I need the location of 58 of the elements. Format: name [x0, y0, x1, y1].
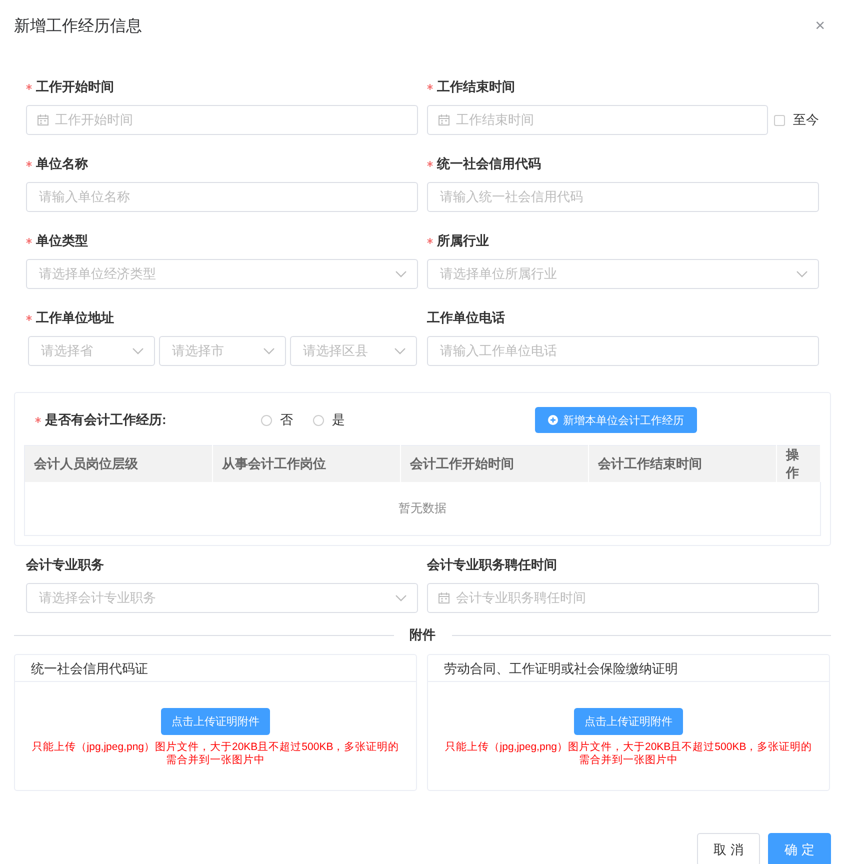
select-field[interactable]: 请选择市: [159, 336, 286, 366]
checkbox[interactable]: [774, 114, 785, 126]
date-field[interactable]: 会计专业职务聘任时间: [427, 583, 819, 613]
select-field[interactable]: 请选择省: [28, 336, 155, 366]
field-label: 所属行业: [437, 232, 489, 250]
today-checkbox[interactable]: 至今: [774, 111, 819, 129]
field-label: 单位类型: [36, 232, 88, 250]
checkbox-label: 至今: [793, 111, 819, 129]
field-label: 会计专业职务聘任时间: [427, 556, 557, 574]
upload-button[interactable]: 点击上传证明附件: [574, 708, 683, 735]
column-header: 操作: [776, 446, 820, 482]
input-field[interactable]: 请输入工作单位电话: [427, 336, 819, 366]
card-title: 统一社会信用代码证: [31, 660, 148, 678]
select-field[interactable]: 请选择会计专业职务: [26, 583, 418, 613]
column-header: 从事会计工作岗位: [212, 446, 400, 482]
column-header: 会计人员岗位层级: [24, 446, 212, 482]
calendar-icon: [438, 114, 450, 126]
close-button[interactable]: ×: [815, 16, 825, 36]
field-label: 工作开始时间: [36, 78, 114, 96]
cancel-button[interactable]: 取 消: [697, 833, 760, 864]
chevron-down-icon: [395, 594, 407, 602]
empty-message: 暂无数据: [398, 501, 446, 515]
chevron-down-icon: [796, 270, 808, 278]
radio-option[interactable]: 是: [313, 411, 345, 429]
radio-button[interactable]: [261, 414, 272, 426]
field-label: 工作单位电话: [427, 309, 505, 327]
field-label: 会计专业职务: [26, 556, 104, 574]
chevron-down-icon: [132, 347, 144, 355]
upload-hint: 只能上传（jpg,jpeg,png）图片文件，大于20KB且不超过500KB，多张证明的需合并到一张图片中: [30, 741, 400, 767]
dialog-title: 新增工作经历信息: [14, 16, 142, 36]
section-title: 附件: [410, 626, 436, 644]
field-label: 统一社会信用代码: [437, 155, 541, 173]
calendar-icon: [438, 592, 450, 604]
column-header: 会计工作开始时间: [400, 446, 588, 482]
field-label: 工作结束时间: [437, 78, 515, 96]
input-field[interactable]: 请输入单位名称: [26, 182, 418, 212]
chevron-down-icon: [395, 270, 407, 278]
upload-hint: 只能上传（jpg,jpeg,png）图片文件，大于20KB且不超过500KB，多张证明的需合并到一张图片中: [444, 741, 814, 767]
confirm-button[interactable]: 确 定: [768, 833, 831, 864]
question-label: 是否有会计工作经历:: [45, 411, 166, 429]
select-field[interactable]: 请选择单位所属行业: [427, 259, 819, 289]
select-field[interactable]: 请选择区县: [290, 336, 417, 366]
date-field[interactable]: 工作结束时间: [427, 105, 768, 135]
date-field[interactable]: 工作开始时间: [26, 105, 418, 135]
column-header: 会计工作结束时间: [588, 446, 776, 482]
input-field[interactable]: 请输入统一社会信用代码: [427, 182, 819, 212]
calendar-icon: [37, 114, 49, 126]
radio-option[interactable]: 否: [261, 411, 293, 429]
chevron-down-icon: [263, 347, 275, 355]
card-title: 劳动合同、工作证明或社会保险缴纳证明: [444, 660, 678, 678]
field-label: 单位名称: [36, 155, 88, 173]
add-experience-button[interactable]: 新增本单位会计工作经历: [535, 407, 697, 433]
radio-button[interactable]: [313, 414, 324, 426]
chevron-down-icon: [394, 347, 406, 355]
select-field[interactable]: 请选择单位经济类型: [26, 259, 418, 289]
plus-circle-icon: [548, 415, 558, 425]
upload-button[interactable]: 点击上传证明附件: [161, 708, 270, 735]
field-label: 工作单位地址: [36, 309, 114, 327]
